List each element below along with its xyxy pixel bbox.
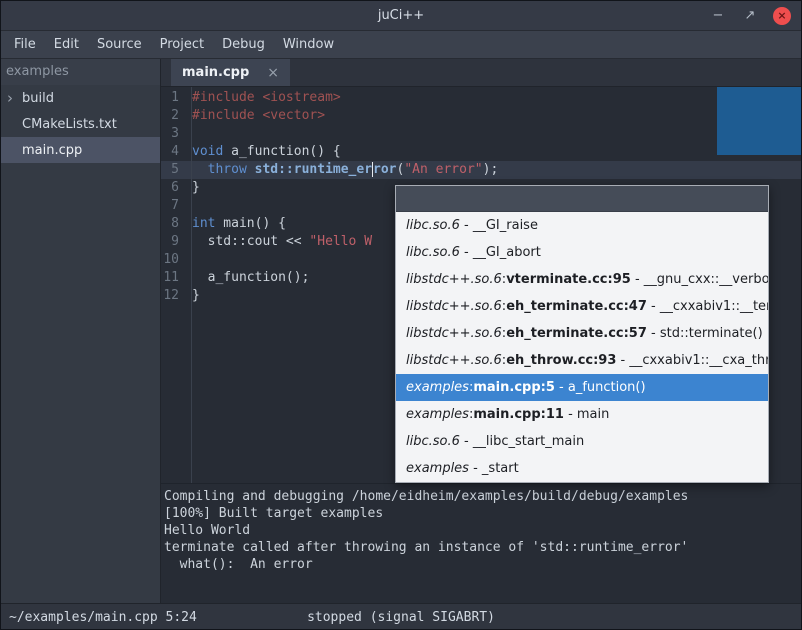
line-number: 3 <box>161 125 185 143</box>
backtrace-item[interactable]: libstdc++.so.6:eh_terminate.cc:47 - __cx… <box>396 293 768 320</box>
terminal-line: Hello World <box>164 522 801 539</box>
file-tree: ›build CMakeLists.txt main.cpp <box>1 85 160 163</box>
backtrace-item[interactable]: examples:main.cpp:5 - a_function() <box>396 374 768 401</box>
terminal-output[interactable]: Compiling and debugging /home/eidheim/ex… <box>161 483 801 603</box>
backtrace-item[interactable]: libstdc++.so.6:vterminate.cc:95 - __gnu_… <box>396 266 768 293</box>
popup-search-entry[interactable] <box>396 186 768 212</box>
line-number: 10 <box>161 251 185 269</box>
line-number: 11 <box>161 269 185 287</box>
menubar: FileEditSourceProjectDebugWindow <box>1 31 801 59</box>
titlebar[interactable]: juCi++ − ↗ × <box>1 1 801 31</box>
code-line[interactable]: 4void a_function() { <box>161 143 801 161</box>
tab-label: main.cpp <box>182 65 249 80</box>
file-tree-panel: examples ›build CMakeLists.txt main.cpp <box>1 59 161 603</box>
menu-debug[interactable]: Debug <box>213 34 274 55</box>
code-text: std::cout << "Hello W <box>185 233 372 251</box>
line-number: 9 <box>161 233 185 251</box>
backtrace-item[interactable]: examples - _start <box>396 455 768 482</box>
backtrace-item[interactable]: examples:main.cpp:11 - main <box>396 401 768 428</box>
minimize-icon[interactable]: − <box>709 7 727 25</box>
code-text: #include <vector> <box>185 107 325 125</box>
line-number: 12 <box>161 287 185 305</box>
code-text: } <box>185 287 200 305</box>
code-line[interactable]: 3 <box>161 125 801 143</box>
tab-main-cpp[interactable]: main.cpp × <box>171 59 290 86</box>
tree-item-label: main.cpp <box>22 143 82 158</box>
code-line[interactable]: 5 throw std::runtime_error("An error"); <box>161 161 801 179</box>
app-window: juCi++ − ↗ × FileEditSourceProjectDebugW… <box>0 0 802 630</box>
tree-item-build[interactable]: ›build <box>1 85 160 111</box>
backtrace-item[interactable]: libstdc++.so.6:eh_terminate.cc:57 - std:… <box>396 320 768 347</box>
menu-file[interactable]: File <box>5 34 45 55</box>
line-number: 6 <box>161 179 185 197</box>
tree-item-main.cpp[interactable]: main.cpp <box>1 137 160 163</box>
terminal-line: [100%] Built target examples <box>164 505 801 522</box>
gutter-separator <box>191 87 192 483</box>
code-line[interactable]: 2#include <vector> <box>161 107 801 125</box>
terminal-line: Compiling and debugging /home/eidheim/ex… <box>164 488 801 505</box>
code-text: void a_function() { <box>185 143 341 161</box>
tree-item-label: build <box>22 91 54 106</box>
line-number: 2 <box>161 107 185 125</box>
code-text: a_function(); <box>185 269 309 287</box>
tab-close-icon[interactable]: × <box>267 65 279 81</box>
backtrace-item[interactable]: libc.so.6 - __GI_abort <box>396 239 768 266</box>
code-text: } <box>185 179 200 197</box>
tree-item-cmakelists.txt[interactable]: CMakeLists.txt <box>1 111 160 137</box>
line-number: 5 <box>161 161 185 179</box>
overview-highlight <box>717 87 801 155</box>
backtrace-item[interactable]: libc.so.6 - __libc_start_main <box>396 428 768 455</box>
status-file-position: ~/examples/main.cpp 5:24 <box>1 610 197 625</box>
close-icon[interactable]: × <box>773 7 791 25</box>
window-buttons: − ↗ × <box>709 7 801 25</box>
backtrace-popup: libc.so.6 - __GI_raiselibc.so.6 - __GI_a… <box>395 185 769 483</box>
code-text: throw std::runtime_error("An error"); <box>185 161 498 179</box>
statusbar: ~/examples/main.cpp 5:24 stopped (signal… <box>1 603 801 630</box>
menu-window[interactable]: Window <box>274 34 343 55</box>
line-number: 7 <box>161 197 185 215</box>
code-text: int main() { <box>185 215 286 233</box>
tabbar: main.cpp × <box>161 59 801 87</box>
line-number: 4 <box>161 143 185 161</box>
code-line[interactable]: 1#include <iostream> <box>161 89 801 107</box>
menu-project[interactable]: Project <box>151 34 213 55</box>
line-number: 8 <box>161 215 185 233</box>
backtrace-list: libc.so.6 - __GI_raiselibc.so.6 - __GI_a… <box>396 212 768 482</box>
terminal-line: what(): An error <box>164 556 801 573</box>
project-name: examples <box>1 59 160 85</box>
code-text: #include <iostream> <box>185 89 341 107</box>
terminal-line: terminate called after throwing an insta… <box>164 539 801 556</box>
expander-icon[interactable]: › <box>7 91 22 106</box>
restore-icon[interactable]: ↗ <box>741 7 759 25</box>
backtrace-item[interactable]: libstdc++.so.6:eh_throw.cc:93 - __cxxabi… <box>396 347 768 374</box>
menu-edit[interactable]: Edit <box>45 34 88 55</box>
menu-source[interactable]: Source <box>88 34 151 55</box>
window-title: juCi++ <box>1 8 801 23</box>
tree-item-label: CMakeLists.txt <box>22 117 117 132</box>
line-number: 1 <box>161 89 185 107</box>
backtrace-item[interactable]: libc.so.6 - __GI_raise <box>396 212 768 239</box>
